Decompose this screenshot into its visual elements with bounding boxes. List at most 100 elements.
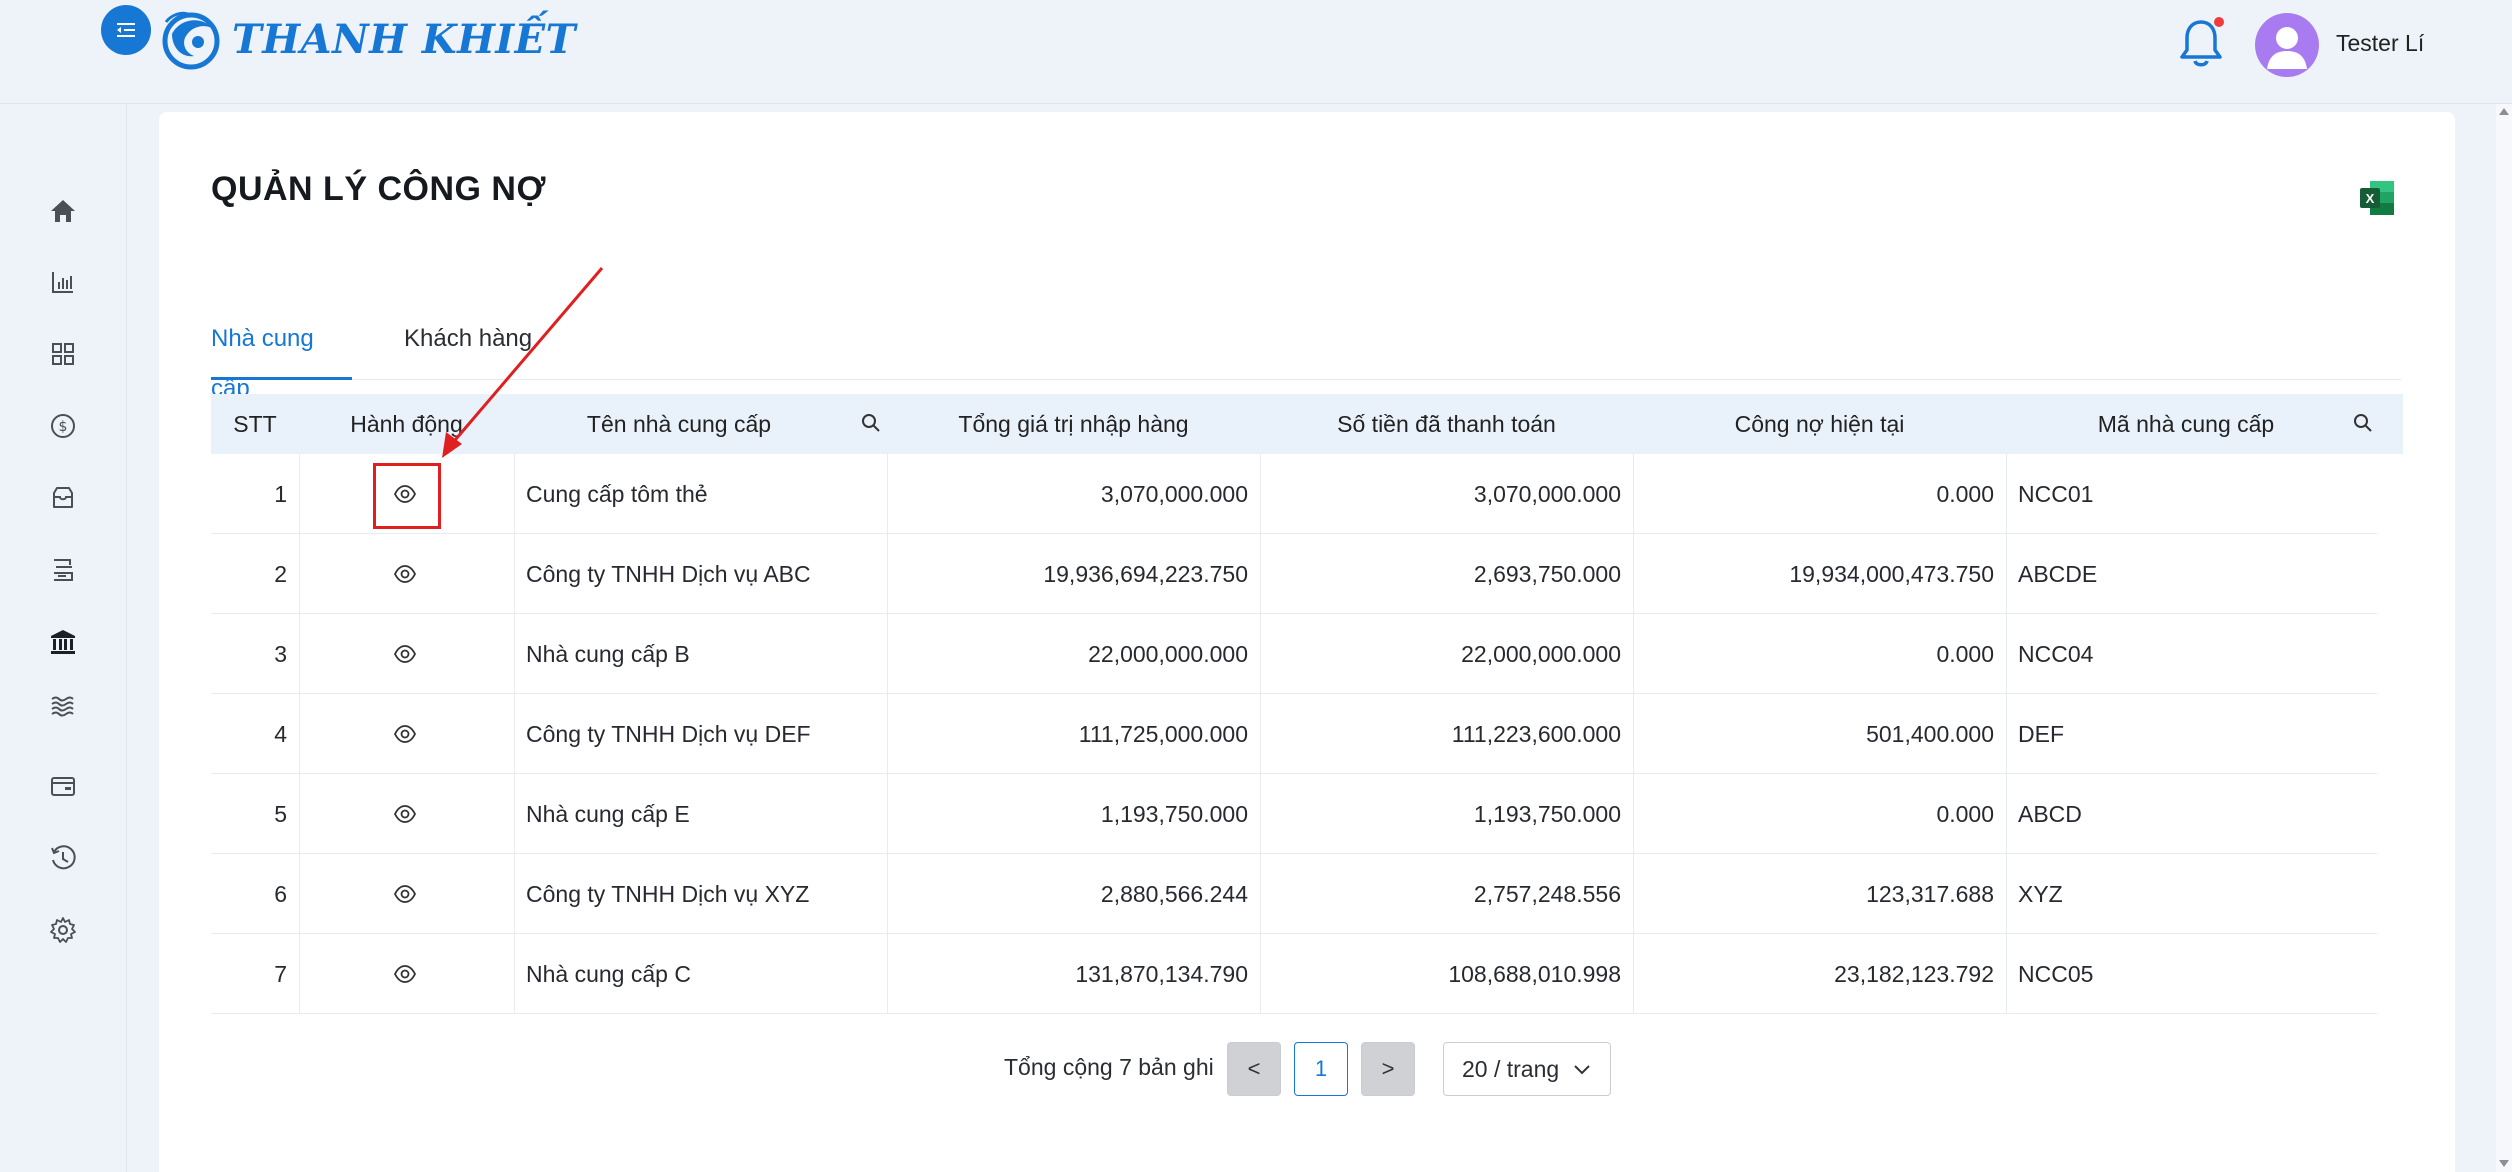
column-divider (514, 694, 515, 774)
cell-supplier-name: Công ty TNHH Dịch vụ DEF (526, 721, 811, 747)
inbox-icon (53, 487, 73, 508)
eye-icon[interactable] (393, 722, 417, 746)
cell-total-import: 131,870,134.790 (1075, 961, 1248, 987)
cell-paid: 2,693,750.000 (1473, 561, 1621, 587)
column-divider (887, 934, 888, 1014)
sidebar-item-debt[interactable] (48, 627, 78, 657)
search-icon[interactable] (860, 412, 882, 434)
column-divider (1633, 614, 1634, 694)
page-size-select[interactable]: 20 / trang (1443, 1042, 1611, 1096)
column-divider (299, 534, 300, 614)
eye-icon[interactable] (393, 802, 417, 826)
column-divider (1260, 934, 1261, 1014)
column-divider (1633, 694, 1634, 774)
column-header-stt: STT (233, 411, 277, 437)
table-row: 5 Nhà cung cấp E 1,193,750.000 1,193,750.00… (211, 774, 2377, 854)
cell-supplier-code: DEF (2018, 721, 2064, 747)
column-divider (1260, 454, 1261, 534)
column-divider (514, 454, 515, 534)
table-row: 2 Công ty TNHH Dịch vụ ABC 19,936,694,223.… (211, 534, 2377, 614)
scroll-down-arrow-icon[interactable] (2499, 1160, 2509, 1167)
notification-badge (2214, 17, 2224, 27)
column-divider (887, 854, 888, 934)
cell-current-debt: 23,182,123.792 (1834, 961, 1994, 987)
cell-stt: 3 (274, 641, 287, 667)
sidebar-item-settings[interactable] (48, 915, 78, 945)
column-divider (514, 934, 515, 1014)
pagination-next-button[interactable]: > (1361, 1042, 1415, 1096)
sidebar-item-history[interactable] (48, 843, 78, 873)
column-divider (299, 614, 300, 694)
column-divider (2006, 614, 2007, 694)
sidebar-item-home[interactable] (48, 196, 78, 226)
column-divider (1260, 774, 1261, 854)
cell-stt: 7 (274, 961, 287, 987)
cell-current-debt: 0.000 (1936, 801, 1994, 827)
cell-total-import: 111,725,000.000 (1078, 721, 1248, 747)
eye-icon[interactable] (393, 882, 417, 906)
sidebar-item-water[interactable] (48, 691, 78, 721)
column-header-total-import: Tổng giá trị nhập hàng (958, 411, 1189, 437)
cell-paid: 3,070,000.000 (1473, 481, 1621, 507)
cell-total-import: 2,880,566.244 (1100, 881, 1248, 907)
brand-logo[interactable]: THANH KHIẾT (160, 6, 576, 72)
cell-supplier-name: Nhà cung cấp C (526, 961, 691, 987)
cell-current-debt: 501,400.000 (1866, 721, 1994, 747)
table-row: 1 Cung cấp tôm thẻ 3,070,000.000 3,070,000.… (211, 454, 2377, 534)
sidebar-item-dashboard[interactable] (48, 339, 78, 369)
cell-current-debt: 0.000 (1936, 641, 1994, 667)
bank-icon (51, 630, 75, 654)
menu-fold-icon (117, 23, 135, 37)
sidebar-item-inventory[interactable] (48, 483, 78, 513)
cell-supplier-name: Cung cấp tôm thẻ (526, 481, 708, 507)
cell-supplier-code: ABCDE (2018, 561, 2098, 587)
excel-icon[interactable]: X (2357, 178, 2397, 218)
user-name[interactable]: Tester Lí (2336, 30, 2424, 57)
dollar-icon: $ (51, 414, 75, 438)
column-divider (887, 774, 888, 854)
user-icon (2267, 27, 2307, 69)
column-divider (2006, 934, 2007, 1014)
eye-icon[interactable] (393, 642, 417, 666)
cell-paid: 1,193,750.000 (1473, 801, 1621, 827)
cell-stt: 2 (274, 561, 287, 587)
table-row: 7 Nhà cung cấp C 131,870,134.790 108,688,01… (211, 934, 2377, 1014)
page-scrollbar[interactable] (2496, 104, 2512, 1172)
tab-suppliers[interactable]: Nhà cung cấp (211, 314, 352, 402)
cell-paid: 2,757,248.556 (1473, 881, 1621, 907)
column-divider (1260, 534, 1261, 614)
page-size-value: 20 / trang (1462, 1055, 1560, 1082)
search-icon[interactable] (2352, 412, 2374, 434)
column-divider (514, 854, 515, 934)
scroll-up-arrow-icon[interactable] (2499, 108, 2509, 115)
column-divider (514, 774, 515, 854)
history-icon (51, 845, 76, 870)
cell-stt: 1 (274, 481, 287, 507)
eye-icon[interactable] (393, 562, 417, 586)
menu-toggle-button[interactable] (101, 5, 151, 55)
column-divider (299, 694, 300, 774)
svg-text:$: $ (59, 419, 68, 435)
sidebar: $ (0, 104, 127, 1172)
sidebar-item-transfers[interactable] (48, 555, 78, 585)
pagination-prev-button[interactable]: < (1227, 1042, 1281, 1096)
pagination-page-1[interactable]: 1 (1294, 1042, 1348, 1096)
column-header-supplier-code: Mã nhà cung cấp (2097, 411, 2275, 437)
column-header-paid: Số tiền đã thanh toán (1337, 411, 1556, 437)
cell-total-import: 22,000,000.000 (1088, 641, 1248, 667)
cell-supplier-code: NCC05 (2018, 961, 2094, 987)
page-title: QUẢN LÝ CÔNG NỢ (211, 170, 546, 208)
eye-icon[interactable] (393, 962, 417, 986)
column-divider (299, 774, 300, 854)
table-row: 4 Công ty TNHH Dịch vụ DEF 111,725,000.000… (211, 694, 2377, 774)
cell-supplier-name: Nhà cung cấp B (526, 641, 690, 667)
column-divider (1633, 454, 1634, 534)
sidebar-item-wallet[interactable] (48, 771, 78, 801)
svg-text:X: X (2366, 191, 2375, 206)
column-divider (1260, 854, 1261, 934)
column-divider (887, 614, 888, 694)
avatar[interactable] (2255, 13, 2319, 77)
sidebar-item-finance[interactable]: $ (48, 411, 78, 441)
sidebar-item-reports[interactable] (48, 267, 78, 297)
cell-supplier-code: ABCD (2018, 801, 2082, 827)
